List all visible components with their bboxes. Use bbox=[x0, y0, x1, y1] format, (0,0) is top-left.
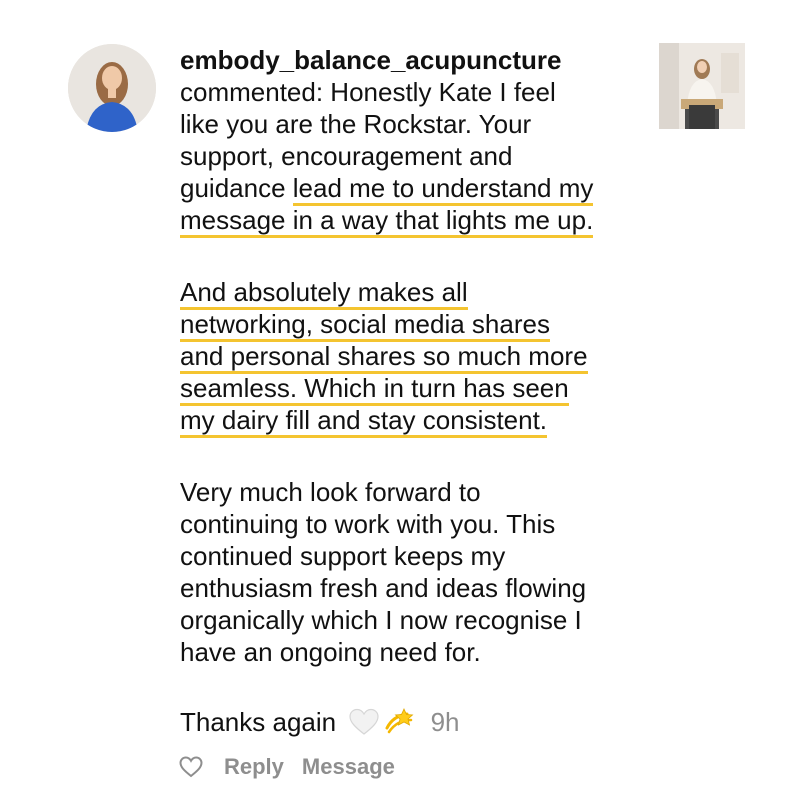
comment-line: enthusiasm fresh and ideas flowing bbox=[180, 573, 587, 603]
highlighted-text: and personal shares so much more bbox=[180, 341, 588, 374]
highlighted-text: message in a way that lights me up. bbox=[180, 205, 594, 238]
comment-line: have an ongoing need for. bbox=[180, 637, 481, 667]
comment-line: commented: Honestly Kate I feel bbox=[180, 77, 556, 107]
line-text: support, encouragement and bbox=[180, 141, 513, 171]
comment-line: continuing to work with you. This bbox=[180, 509, 556, 539]
highlighted-text: my dairy fill and stay consistent. bbox=[180, 405, 548, 438]
comment-line: continued support keeps my bbox=[180, 541, 506, 571]
highlighted-text: lead me to understand my bbox=[292, 173, 594, 206]
dizzy-icon bbox=[383, 706, 417, 743]
highlighted-text: networking, social media shares bbox=[180, 309, 550, 342]
comment-body: embody_balance_acupuncture commented: Ho… bbox=[180, 44, 650, 738]
timestamp: 9h bbox=[430, 707, 460, 737]
comment-line: message in a way that lights me up. bbox=[180, 204, 650, 238]
comment-line: Very much look forward to bbox=[180, 477, 481, 507]
comment-actions: Reply Message bbox=[178, 752, 413, 782]
highlighted-text: seamless. Which in turn has seen bbox=[180, 373, 569, 406]
avatar[interactable] bbox=[68, 44, 156, 132]
comment-line: networking, social media shares bbox=[180, 308, 650, 342]
comment-line: And absolutely makes all bbox=[180, 276, 650, 310]
comment-line: and personal shares so much more bbox=[180, 340, 650, 374]
line-text: like you are the Rockstar. Your bbox=[180, 109, 532, 139]
white-heart-icon bbox=[349, 708, 379, 743]
comment-line: seamless. Which in turn has seen bbox=[180, 372, 650, 406]
comment-line: organically which I now recognise I bbox=[180, 605, 582, 635]
comment-line: guidance lead me to understand my bbox=[180, 172, 650, 206]
highlighted-text: And absolutely makes all bbox=[180, 277, 468, 310]
post-thumbnail[interactable] bbox=[659, 43, 745, 129]
line-text: guidance bbox=[180, 173, 293, 203]
heart-outline-icon[interactable] bbox=[178, 754, 204, 780]
thanks-line: Thanks again 9h bbox=[180, 706, 650, 738]
message-button[interactable]: Message bbox=[302, 754, 395, 780]
comment-line: my dairy fill and stay consistent. bbox=[180, 404, 650, 438]
reply-button[interactable]: Reply bbox=[224, 754, 284, 780]
comment-line: support, encouragement and bbox=[180, 140, 650, 172]
thanks-text: Thanks again bbox=[180, 707, 337, 737]
comment-line: like you are the Rockstar. Your bbox=[180, 108, 650, 140]
username-link[interactable]: embody_balance_acupuncture bbox=[180, 44, 650, 76]
